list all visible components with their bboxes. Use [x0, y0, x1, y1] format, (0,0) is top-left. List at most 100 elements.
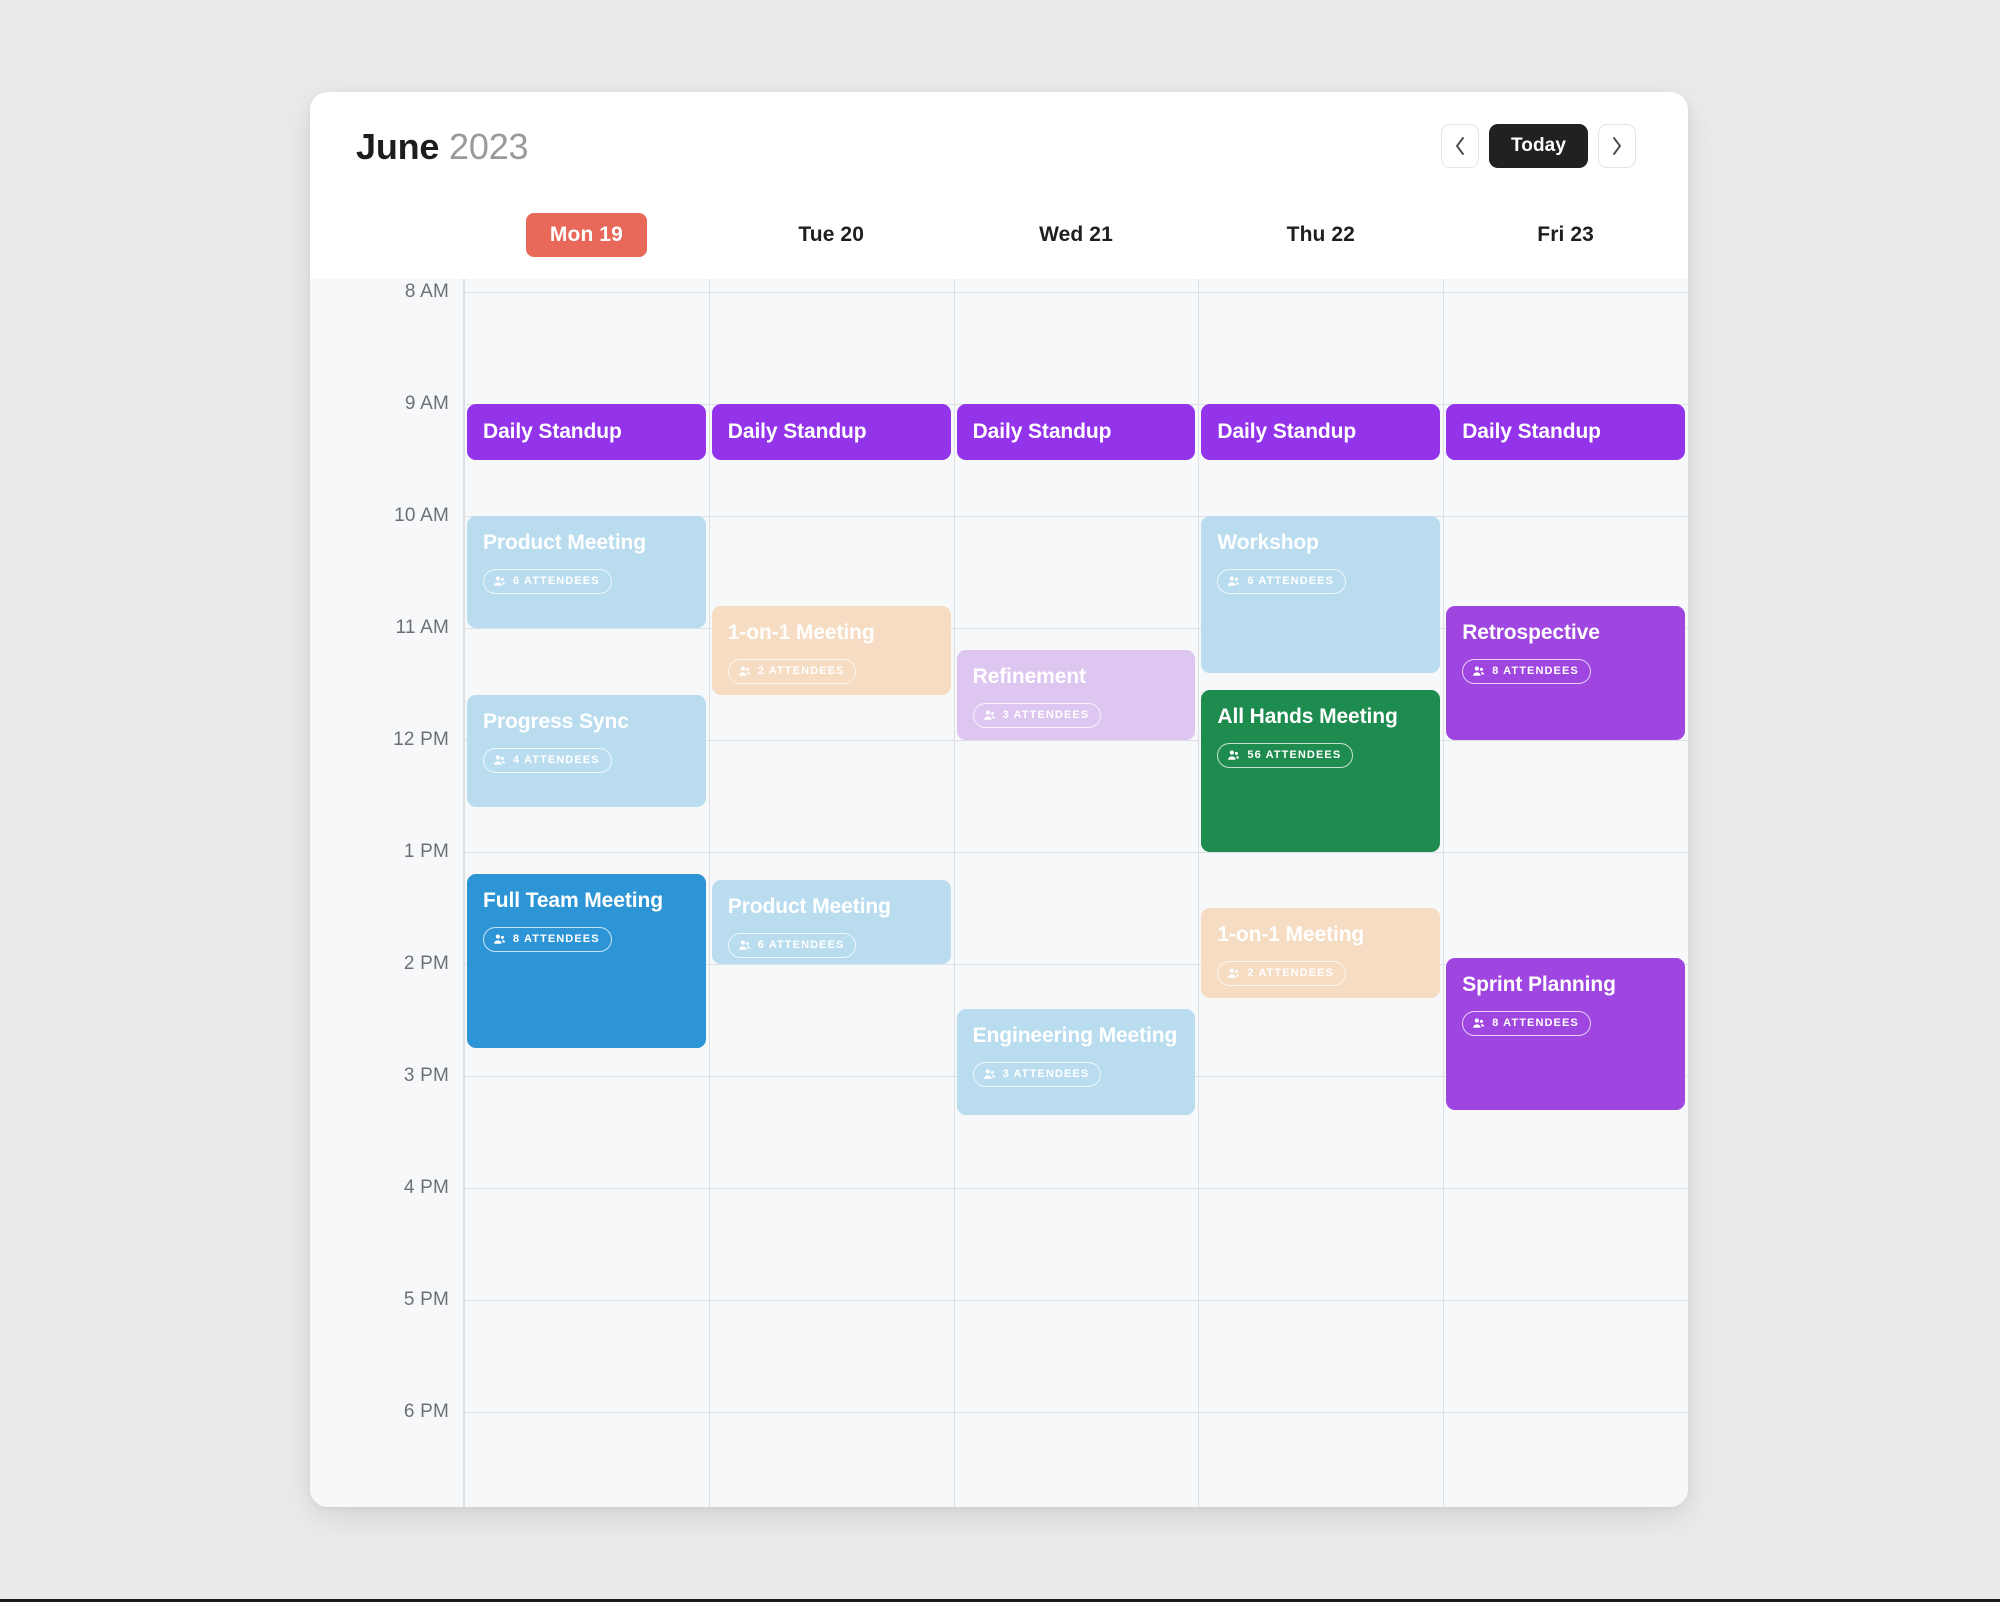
- time-label: 4 PM: [403, 1177, 449, 1198]
- calendar-event[interactable]: Progress Sync 4 ATTENDEES: [467, 695, 706, 808]
- events-layer: Daily Standup Product Meeting 6 ATTENDEES P…: [464, 279, 1688, 1507]
- attendee-count-badge: 8 ATTENDEES: [1462, 1011, 1591, 1037]
- day-header-mon-19[interactable]: Mon 19: [464, 202, 709, 279]
- time-label: 2 PM: [403, 953, 449, 974]
- people-icon: [1227, 967, 1240, 980]
- previous-week-button[interactable]: [1440, 124, 1479, 168]
- attendee-count-badge: 6 ATTENDEES: [727, 933, 857, 958]
- attendee-count-label: 8 ATTENDEES: [1492, 664, 1579, 677]
- calendar-page: June 2023 Today Mon 19 Tue 20 Wed 21 Thu…: [0, 0, 2000, 1615]
- event-title: Daily Standup: [1462, 420, 1601, 443]
- event-title: Daily Standup: [972, 420, 1112, 443]
- event-title: Refinement: [972, 665, 1086, 689]
- calendar-header: June 2023 Today Mon 19 Tue 20 Wed 21 Thu…: [310, 92, 1688, 279]
- calendar-event[interactable]: Daily Standup: [467, 404, 706, 460]
- day-header-wed-21[interactable]: Wed 21: [954, 202, 1199, 279]
- calendar-event[interactable]: Daily Standup: [711, 404, 951, 460]
- attendee-count-label: 8 ATTENDEES: [513, 933, 600, 946]
- people-icon: [983, 1068, 996, 1081]
- time-label: 12 PM: [393, 729, 449, 750]
- day-header-label: Fri 23: [1537, 223, 1594, 246]
- event-title: 1-on-1 Meeting: [727, 620, 875, 644]
- calendar-event[interactable]: Daily Standup: [956, 404, 1196, 460]
- attendee-count-label: 3 ATTENDEES: [1002, 1067, 1090, 1080]
- event-title: Engineering Meeting: [972, 1023, 1178, 1047]
- attendee-count-badge: 8 ATTENDEES: [483, 927, 612, 953]
- attendee-count-badge: 2 ATTENDEES: [1217, 961, 1347, 986]
- calendar-event[interactable]: Sprint Planning 8 ATTENDEES: [1446, 958, 1685, 1110]
- event-title: All Hands Meeting: [1217, 704, 1398, 728]
- next-week-button[interactable]: [1598, 124, 1636, 168]
- calendar-body[interactable]: 8 AM 9 AM 10 AM 11 AM 12 PM 1 PM 2 PM 3 PM 4 PM 5…: [310, 279, 1688, 1507]
- time-label: 11 AM: [395, 617, 449, 638]
- event-title: Workshop: [1217, 531, 1319, 554]
- event-title: Daily Standup: [1217, 420, 1357, 443]
- day-header-fri-23[interactable]: Fri 23: [1443, 202, 1688, 279]
- calendar-event[interactable]: Daily Standup: [1201, 404, 1441, 460]
- calendar-event[interactable]: Product Meeting 6 ATTENDEES: [467, 516, 706, 628]
- attendee-count-label: 8 ATTENDEES: [1492, 1017, 1579, 1030]
- attendee-count-badge: 6 ATTENDEES: [483, 569, 612, 594]
- calendar-event[interactable]: 1-on-1 Meeting 2 ATTENDEES: [711, 605, 951, 696]
- attendee-count-badge: 8 ATTENDEES: [1462, 658, 1591, 684]
- calendar-card: June 2023 Today Mon 19 Tue 20 Wed 21 Thu…: [310, 92, 1688, 1507]
- event-title: Retrospective: [1462, 620, 1600, 644]
- event-title: 1-on-1 Meeting: [1217, 923, 1365, 946]
- calendar-event[interactable]: 1-on-1 Meeting 2 ATTENDEES: [1201, 908, 1441, 998]
- day-header-label: Wed 21: [1039, 223, 1113, 246]
- time-label: 1 PM: [403, 841, 449, 862]
- calendar-event[interactable]: Workshop 6 ATTENDEES: [1201, 516, 1441, 673]
- people-icon: [493, 933, 506, 946]
- day-header-thu-22[interactable]: Thu 22: [1198, 202, 1443, 279]
- time-label: 10 AM: [394, 505, 449, 526]
- attendee-count-badge: 56 ATTENDEES: [1217, 742, 1354, 768]
- today-button[interactable]: Today: [1488, 124, 1588, 168]
- calendar-event[interactable]: Engineering Meeting 3 ATTENDEES: [956, 1008, 1196, 1116]
- calendar-event[interactable]: Product Meeting 6 ATTENDEES: [711, 880, 951, 964]
- calendar-grid: Daily Standup Product Meeting 6 ATTENDEES P…: [464, 279, 1688, 1507]
- attendee-count-label: 56 ATTENDEES: [1247, 748, 1342, 761]
- day-header-label: Mon 19: [525, 213, 647, 257]
- people-icon: [1472, 665, 1485, 678]
- header-title-row: June 2023 Today: [356, 124, 1660, 184]
- attendee-count-badge: 4 ATTENDEES: [483, 748, 612, 774]
- calendar-event[interactable]: All Hands Meeting 56 ATTENDEES: [1201, 689, 1441, 852]
- attendee-count-badge: 3 ATTENDEES: [972, 1061, 1102, 1087]
- day-header-tue-20[interactable]: Tue 20: [709, 202, 954, 279]
- event-title: Full Team Meeting: [483, 889, 663, 913]
- people-icon: [493, 575, 506, 588]
- day-header-gutter-spacer: [310, 202, 464, 279]
- attendee-count-badge: 3 ATTENDEES: [972, 703, 1102, 729]
- chevron-right-icon: [1611, 136, 1623, 156]
- time-label: 5 PM: [403, 1289, 449, 1310]
- page-title-month: June: [356, 126, 440, 167]
- attendee-count-badge: 6 ATTENDEES: [1217, 569, 1347, 594]
- attendee-count-badge: 2 ATTENDEES: [727, 658, 857, 684]
- attendee-count-label: 6 ATTENDEES: [757, 939, 845, 951]
- calendar-event[interactable]: Daily Standup: [1446, 404, 1685, 460]
- calendar-event[interactable]: Retrospective 8 ATTENDEES: [1446, 605, 1685, 740]
- people-icon: [493, 754, 506, 767]
- time-label: 9 AM: [404, 393, 449, 414]
- people-icon: [738, 665, 751, 678]
- event-title: Daily Standup: [727, 420, 867, 443]
- attendee-count-label: 6 ATTENDEES: [1247, 575, 1335, 587]
- day-header-label: Tue 20: [798, 223, 864, 246]
- calendar-event[interactable]: Refinement 3 ATTENDEES: [956, 650, 1196, 740]
- time-label: 3 PM: [403, 1065, 449, 1086]
- time-label: 8 AM: [404, 281, 449, 302]
- calendar-event[interactable]: Full Team Meeting 8 ATTENDEES: [467, 874, 706, 1048]
- attendee-count-label: 6 ATTENDEES: [513, 575, 600, 587]
- people-icon: [983, 709, 996, 722]
- attendee-count-label: 3 ATTENDEES: [1002, 709, 1090, 722]
- day-header-label: Thu 22: [1286, 223, 1355, 246]
- people-icon: [1227, 749, 1240, 762]
- attendee-count-label: 4 ATTENDEES: [513, 754, 600, 767]
- page-title-year: 2023: [449, 126, 529, 167]
- people-icon: [1472, 1017, 1485, 1030]
- event-title: Daily Standup: [483, 420, 622, 443]
- event-title: Progress Sync: [483, 710, 629, 734]
- attendee-count-label: 2 ATTENDEES: [1247, 967, 1335, 979]
- time-label: 6 PM: [403, 1401, 449, 1422]
- day-header-columns: Mon 19 Tue 20 Wed 21 Thu 22 Fri 23: [464, 202, 1688, 279]
